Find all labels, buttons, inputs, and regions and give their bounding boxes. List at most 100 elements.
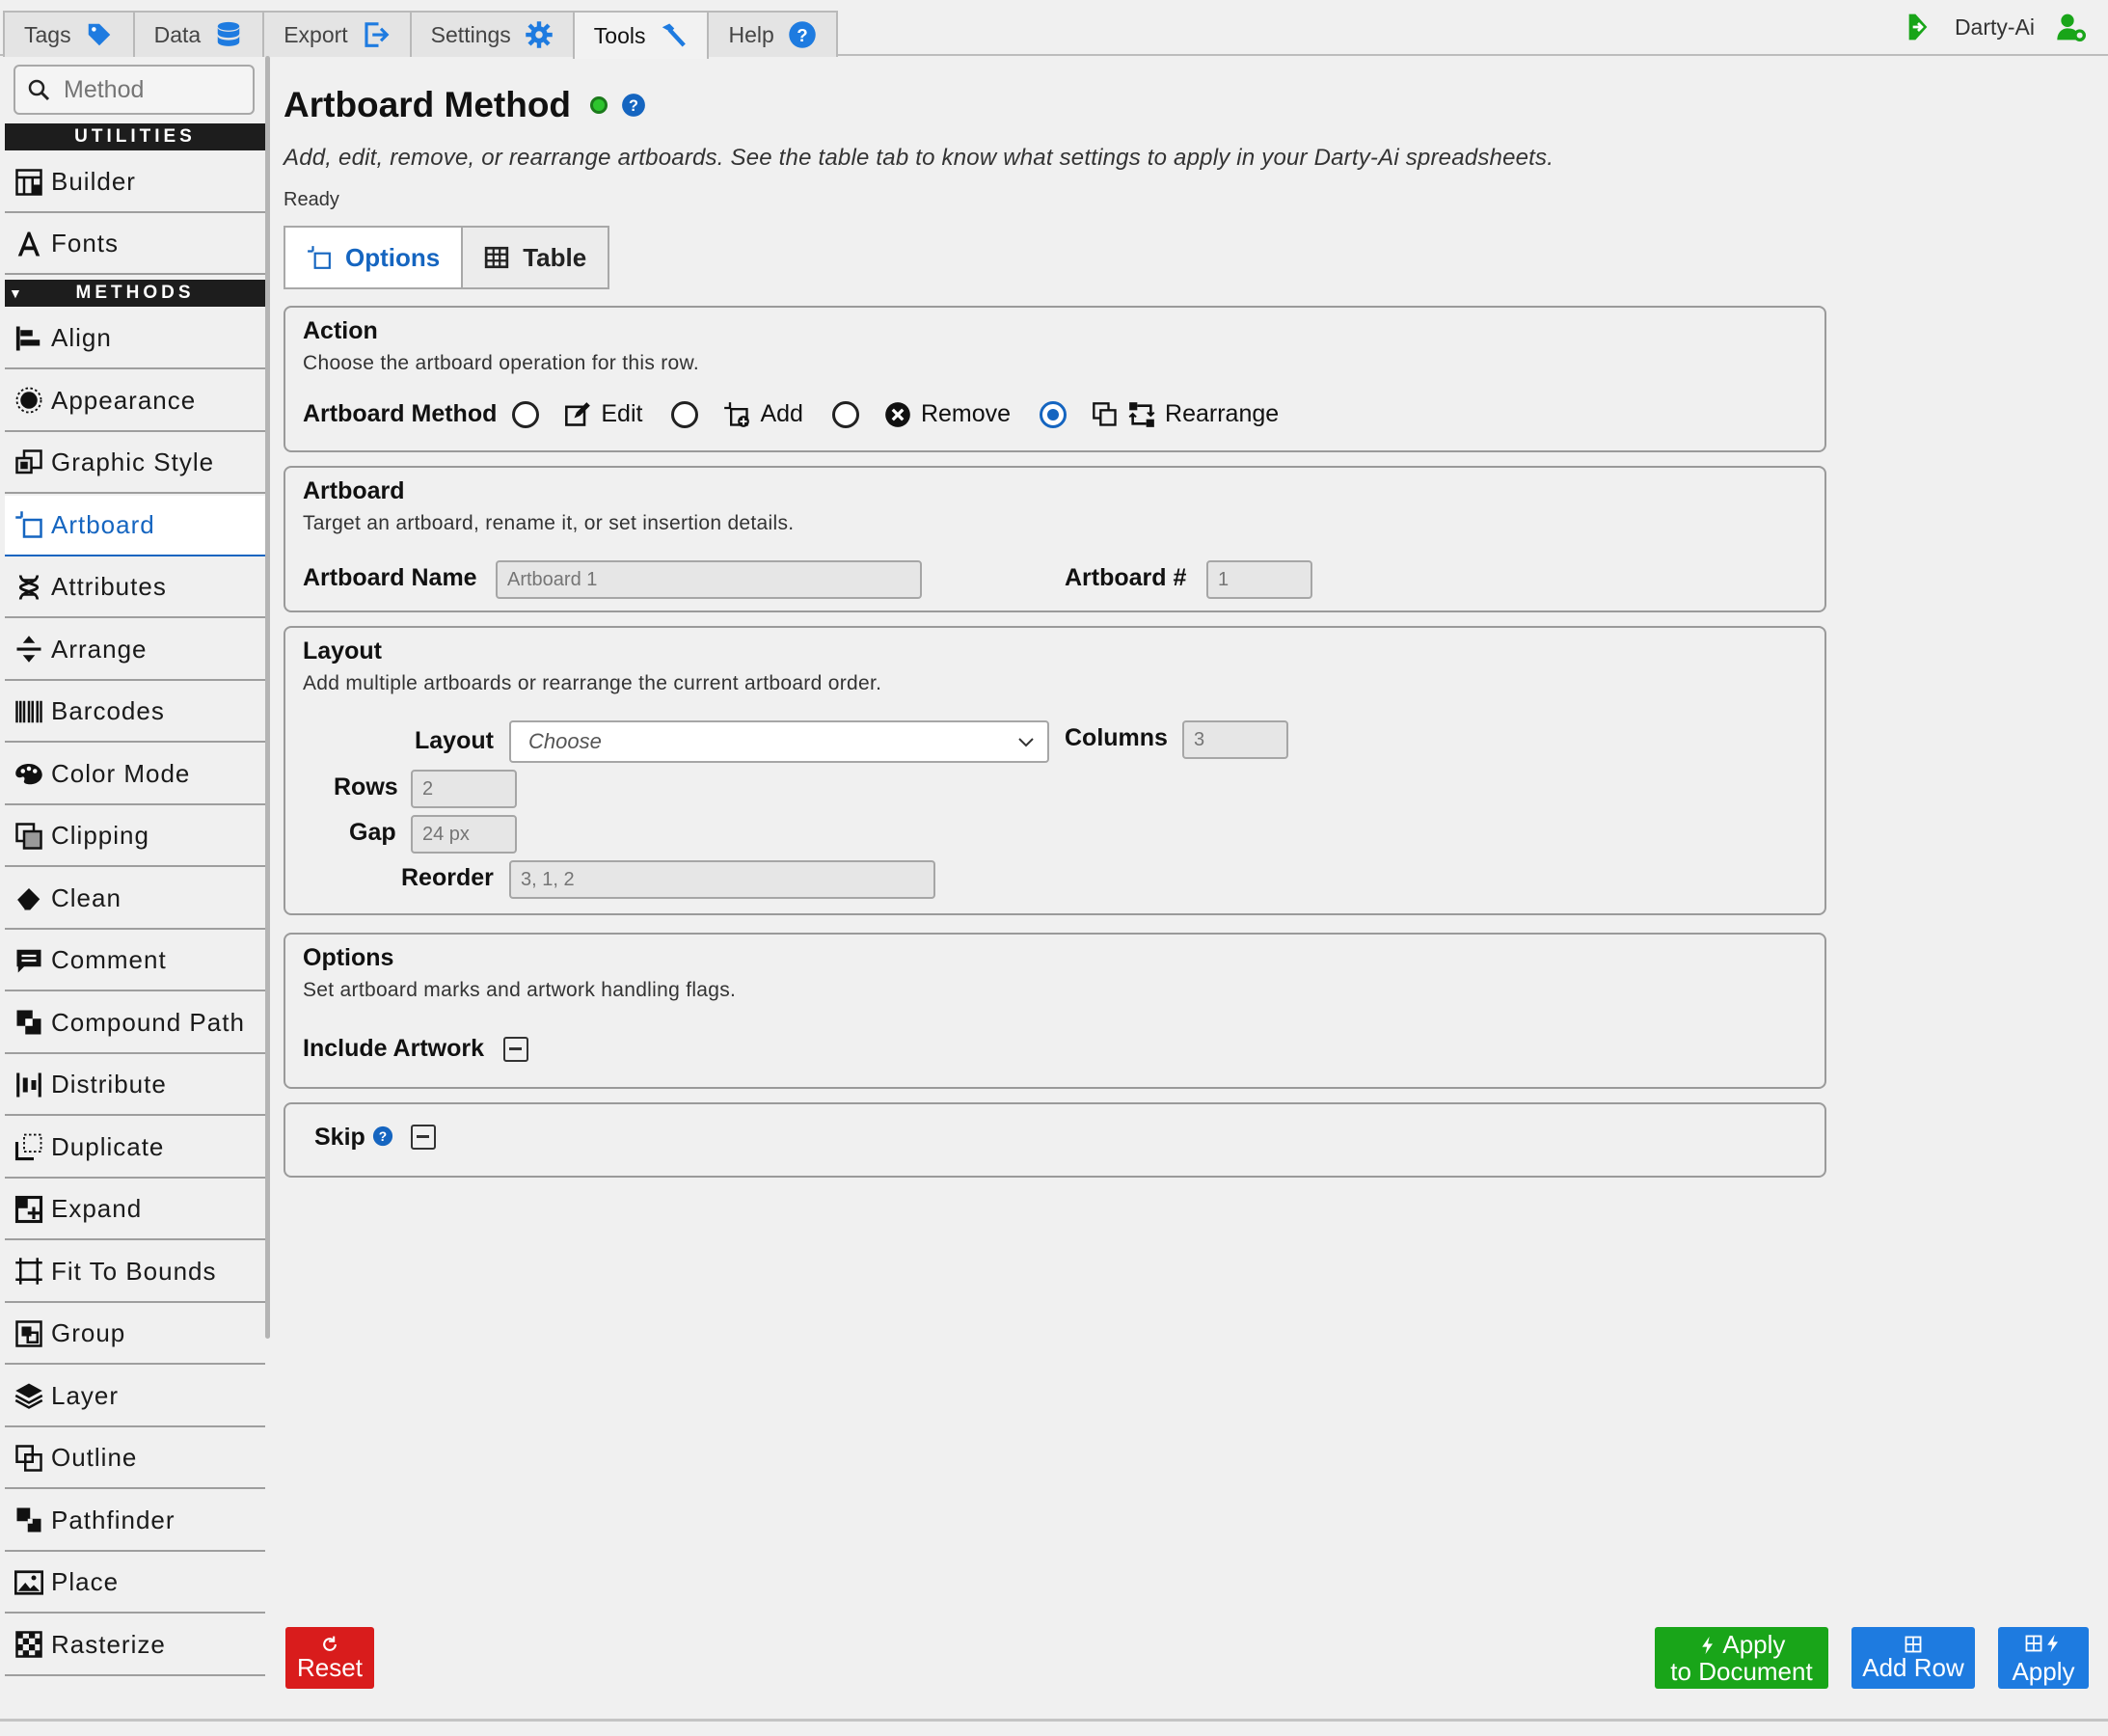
search-input[interactable]: [64, 75, 237, 104]
page-title: Artboard Method: [284, 85, 572, 124]
svg-text:?: ?: [629, 97, 638, 115]
palette-icon: [15, 764, 42, 785]
columns-input[interactable]: [1182, 720, 1288, 759]
dna-icon: [18, 574, 40, 600]
sidebar-item-fonts[interactable]: Fonts: [5, 214, 265, 275]
user-settings-icon[interactable]: [2056, 12, 2087, 42]
tab-export[interactable]: Export: [262, 11, 412, 57]
group-icon: [15, 1319, 42, 1347]
radio-remove[interactable]: [831, 400, 859, 428]
sidebar-item-pathfinder[interactable]: Pathfinder: [5, 1490, 265, 1552]
copy-artboard-icon: [1093, 401, 1117, 426]
skip-checkbox[interactable]: [411, 1125, 436, 1150]
option-remove-label: Remove: [920, 400, 1012, 427]
methods-header-label: METHODS: [75, 283, 195, 303]
artboard-method-label: Artboard Method: [303, 400, 498, 427]
artboard-name-input[interactable]: [496, 560, 922, 599]
apply-button[interactable]: Apply: [1998, 1627, 2089, 1689]
sidebar-item-layer[interactable]: Layer: [5, 1366, 265, 1427]
tab-tags[interactable]: Tags: [3, 11, 135, 57]
gear-icon: [526, 21, 553, 48]
method-option-edit[interactable]: Edit: [512, 400, 642, 428]
checker-icon: [15, 1631, 42, 1658]
sidebar-item-place[interactable]: Place: [5, 1553, 265, 1614]
radio-add[interactable]: [671, 400, 699, 428]
apply-to-document-button[interactable]: Apply to Document: [1655, 1627, 1828, 1689]
sidebar-item-appearance[interactable]: Appearance: [5, 370, 265, 432]
options-title: Options: [303, 944, 394, 971]
sidebar-item-outline[interactable]: Outline: [5, 1428, 265, 1489]
tab-options[interactable]: Options: [284, 226, 464, 289]
tab-data-label: Data: [153, 21, 202, 47]
sidebar-item-duplicate[interactable]: Duplicate: [5, 1117, 265, 1179]
add-artboard-icon: [724, 401, 750, 427]
artboard-number-label: Artboard #: [1065, 564, 1187, 591]
hammer-icon: [662, 23, 687, 47]
sidebar-item-label: Appearance: [51, 385, 197, 415]
user-area: Darty-Ai: [1903, 12, 2087, 42]
tab-table[interactable]: Table: [461, 226, 610, 289]
sidebar-item-distribute[interactable]: Distribute: [5, 1055, 265, 1116]
gap-input[interactable]: [411, 815, 517, 854]
skip-help-icon[interactable]: ?: [372, 1126, 393, 1147]
tab-settings[interactable]: Settings: [409, 11, 575, 57]
close-circle-icon: [885, 401, 910, 427]
sidebar-item-fit-to-bounds[interactable]: Fit To Bounds: [5, 1241, 265, 1303]
artboard-description: Target an artboard, rename it, or set in…: [303, 512, 795, 534]
artboard-number-input[interactable]: [1206, 560, 1312, 599]
bolt-icon: [1701, 1636, 1713, 1655]
sidebar-scrollbar[interactable]: [265, 56, 270, 1339]
sidebar-item-barcodes[interactable]: Barcodes: [5, 682, 265, 743]
tag-icon: [88, 23, 110, 46]
top-tabs: Tags Data Export Settings Tools Help ?: [3, 11, 838, 59]
sidebar-item-graphic-style[interactable]: Graphic Style: [5, 433, 265, 494]
sidebar-item-group[interactable]: Group: [5, 1304, 265, 1365]
sidebar-item-rasterize[interactable]: Rasterize: [5, 1614, 265, 1676]
radio-rearrange[interactable]: [1040, 400, 1068, 428]
tab-data[interactable]: Data: [132, 11, 265, 57]
help-icon: ?: [789, 21, 816, 48]
apply-label: Apply: [2012, 1657, 2075, 1686]
layers-icon: [14, 1383, 43, 1409]
layout-select[interactable]: Choose: [509, 720, 1049, 763]
sidebar-item-label: Comment: [51, 945, 167, 974]
include-artwork-checkbox[interactable]: [503, 1037, 528, 1062]
method-option-rearrange[interactable]: Rearrange: [1040, 400, 1279, 428]
sidebar-item-label: Attributes: [51, 572, 167, 601]
database-icon: [217, 21, 240, 46]
add-row-button[interactable]: Add Row: [1851, 1627, 1975, 1689]
export-icon: [365, 22, 390, 47]
methods-header[interactable]: ▼ METHODS: [5, 280, 265, 307]
sidebar-item-color-mode[interactable]: Color Mode: [5, 744, 265, 805]
utilities-header: UTILITIES: [5, 123, 265, 150]
radio-edit[interactable]: [512, 400, 540, 428]
method-option-add[interactable]: Add: [671, 400, 803, 428]
sidebar-item-expand[interactable]: Expand: [5, 1180, 265, 1240]
rows-label: Rows: [334, 773, 398, 800]
sidebar-item-clean[interactable]: Clean: [5, 868, 265, 930]
reorder-input[interactable]: [509, 860, 935, 899]
expand-icon: [14, 1195, 43, 1223]
reset-button[interactable]: Reset: [285, 1627, 374, 1689]
sidebar-item-comment[interactable]: Comment: [5, 931, 265, 991]
logout-icon[interactable]: [1903, 12, 1933, 42]
tab-help[interactable]: Help ?: [707, 11, 838, 57]
layout-title: Layout: [303, 637, 382, 665]
help-icon[interactable]: ?: [621, 93, 646, 118]
tab-tools[interactable]: Tools: [572, 11, 710, 59]
sidebar-item-compound-path[interactable]: Compound Path: [5, 992, 265, 1054]
appearance-icon: [15, 387, 42, 414]
layout-select-value: Choose: [528, 729, 602, 753]
sidebar-item-arrange[interactable]: Arrange: [5, 619, 265, 681]
sidebar-item-label: Group: [51, 1318, 126, 1347]
sidebar-item-builder[interactable]: Builder: [5, 152, 265, 213]
include-artwork-label: Include Artwork: [303, 1035, 484, 1062]
sidebar-item-attributes[interactable]: Attributes: [5, 557, 265, 618]
method-search[interactable]: [14, 65, 255, 115]
method-option-remove[interactable]: Remove: [831, 400, 1012, 428]
sidebar-item-artboard[interactable]: Artboard: [5, 495, 265, 556]
sidebar-item-clipping[interactable]: Clipping: [5, 806, 265, 867]
rows-input[interactable]: [411, 770, 517, 808]
sidebar-item-label: Compound Path: [51, 1007, 245, 1037]
sidebar-item-align[interactable]: Align: [5, 309, 265, 369]
